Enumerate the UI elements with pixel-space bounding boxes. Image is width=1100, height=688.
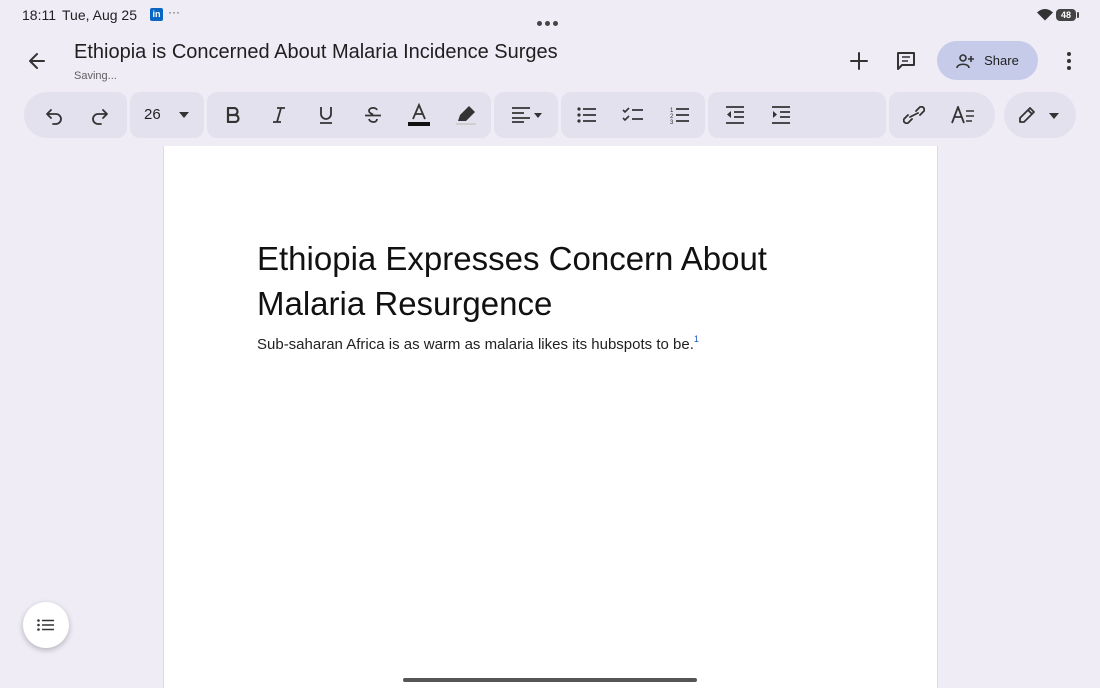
text-style-button[interactable] bbox=[948, 100, 978, 130]
insert-button[interactable] bbox=[844, 46, 874, 76]
undo-icon bbox=[46, 109, 62, 125]
dropdown-arrow-icon bbox=[1049, 113, 1059, 119]
share-label: Share bbox=[984, 53, 1019, 68]
italic-icon bbox=[273, 107, 285, 123]
edit-pencil-icon bbox=[1019, 107, 1035, 123]
font-size-group[interactable]: 26 bbox=[130, 92, 204, 138]
formatting-toolbar: 26 1 2 3 bbox=[0, 92, 1100, 138]
undo-button[interactable] bbox=[39, 100, 69, 130]
document-canvas: Ethiopia Expresses Concern About Malaria… bbox=[0, 146, 1100, 688]
share-button[interactable]: Share bbox=[937, 41, 1038, 80]
status-date: Tue, Aug 25 bbox=[62, 7, 137, 23]
underline-button[interactable] bbox=[311, 100, 341, 130]
font-size-value: 26 bbox=[144, 106, 161, 123]
bold-icon bbox=[226, 107, 240, 123]
text-style-icon bbox=[951, 106, 974, 124]
status-time: 18:11 bbox=[22, 7, 56, 23]
decrease-indent-icon bbox=[726, 106, 744, 124]
link-icon bbox=[903, 106, 925, 124]
battery-icon: 48 bbox=[1056, 9, 1076, 21]
bulleted-list-icon bbox=[577, 107, 596, 123]
back-button[interactable] bbox=[22, 46, 52, 76]
redo-icon bbox=[92, 109, 108, 125]
indent-group bbox=[708, 92, 886, 138]
document-title[interactable]: Ethiopia is Concerned About Malaria Inci… bbox=[74, 41, 558, 64]
save-status: Saving... bbox=[74, 70, 117, 82]
wifi-icon bbox=[1037, 9, 1053, 21]
back-arrow-icon bbox=[29, 53, 45, 69]
numbered-list-button[interactable]: 1 2 3 bbox=[665, 100, 695, 130]
redo-button[interactable] bbox=[85, 100, 115, 130]
bulleted-list-button[interactable] bbox=[572, 100, 602, 130]
decrease-indent-button[interactable] bbox=[720, 100, 750, 130]
battery-cap bbox=[1077, 12, 1079, 18]
app-header: Ethiopia is Concerned About Malaria Inci… bbox=[0, 30, 1100, 90]
more-vert-icon bbox=[1067, 52, 1071, 70]
more-notifications-indicator: ··· bbox=[168, 5, 180, 19]
strikethrough-button[interactable] bbox=[358, 100, 388, 130]
highlight-color-button[interactable] bbox=[451, 100, 481, 130]
home-indicator[interactable] bbox=[403, 678, 697, 682]
comments-button[interactable] bbox=[891, 46, 921, 76]
linkedin-notification-icon: in bbox=[150, 8, 163, 21]
align-left-icon bbox=[512, 107, 530, 123]
person-add-icon bbox=[956, 53, 975, 68]
multitasking-dots-icon[interactable] bbox=[537, 13, 561, 31]
more-options-button[interactable] bbox=[1054, 46, 1084, 76]
increase-indent-button[interactable] bbox=[766, 100, 796, 130]
insert-style-group bbox=[889, 92, 995, 138]
align-group[interactable] bbox=[494, 92, 558, 138]
numbered-list-icon: 1 2 3 bbox=[670, 108, 689, 124]
dropdown-arrow-icon bbox=[179, 112, 189, 118]
status-bar: 18:11 Tue, Aug 25 in ··· 48 bbox=[0, 0, 1100, 30]
plus-icon bbox=[850, 52, 868, 70]
text-color-icon bbox=[408, 103, 430, 126]
footnote-reference[interactable]: 1 bbox=[694, 334, 699, 344]
svg-text:3: 3 bbox=[670, 120, 674, 124]
outline-list-icon bbox=[37, 619, 54, 631]
document-heading[interactable]: Ethiopia Expresses Concern About Malaria… bbox=[257, 236, 877, 326]
checklist-icon bbox=[622, 107, 643, 122]
highlighter-icon bbox=[456, 106, 476, 125]
strikethrough-icon bbox=[365, 106, 381, 123]
editing-mode-group[interactable] bbox=[1004, 92, 1076, 138]
text-color-button[interactable] bbox=[404, 100, 434, 130]
document-body-paragraph[interactable]: Sub-saharan Africa is as warm as malaria… bbox=[257, 334, 699, 353]
insert-link-button[interactable] bbox=[899, 100, 929, 130]
dropdown-arrow-icon bbox=[534, 113, 542, 118]
text-format-group bbox=[207, 92, 491, 138]
body-text: Sub-saharan Africa is as warm as malaria… bbox=[257, 336, 694, 353]
list-group: 1 2 3 bbox=[561, 92, 705, 138]
checklist-button[interactable] bbox=[618, 100, 648, 130]
increase-indent-icon bbox=[772, 106, 790, 124]
bold-button[interactable] bbox=[218, 100, 248, 130]
underline-icon bbox=[320, 107, 332, 124]
document-page[interactable]: Ethiopia Expresses Concern About Malaria… bbox=[163, 146, 938, 688]
document-outline-button[interactable] bbox=[23, 602, 69, 648]
italic-button[interactable] bbox=[264, 100, 294, 130]
history-group bbox=[24, 92, 127, 138]
comment-icon bbox=[897, 52, 915, 70]
